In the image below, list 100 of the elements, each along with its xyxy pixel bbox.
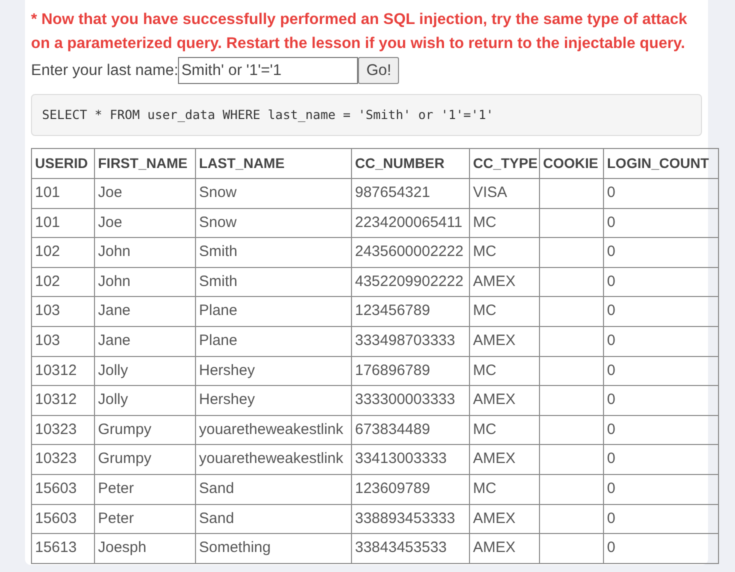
table-cell: Plane bbox=[196, 296, 352, 326]
table-cell: 33843453533 bbox=[352, 534, 470, 564]
table-cell bbox=[540, 415, 604, 445]
table-cell bbox=[540, 178, 604, 208]
table-cell: 103 bbox=[32, 326, 94, 356]
table-cell: 102 bbox=[32, 267, 94, 297]
table-cell: MC bbox=[470, 415, 540, 445]
table-cell bbox=[540, 296, 604, 326]
table-cell: John bbox=[94, 267, 196, 297]
table-cell: 15613 bbox=[32, 534, 94, 564]
table-cell: AMEX bbox=[470, 444, 540, 474]
table-cell: 123609789 bbox=[352, 474, 470, 504]
table-cell: 0 bbox=[604, 386, 718, 416]
table-cell: VISA bbox=[470, 178, 540, 208]
table-cell: Joesph bbox=[94, 534, 196, 564]
table-cell: 0 bbox=[604, 356, 718, 386]
table-cell: John bbox=[94, 238, 196, 268]
table-cell: Sand bbox=[196, 474, 352, 504]
table-cell: Sand bbox=[196, 504, 352, 534]
table-cell: 0 bbox=[604, 415, 718, 445]
table-cell: Plane bbox=[196, 326, 352, 356]
table-cell: 101 bbox=[32, 178, 94, 208]
table-cell: Jane bbox=[94, 326, 196, 356]
table-cell: Joe bbox=[94, 178, 196, 208]
table-cell: youaretheweakestlink bbox=[196, 444, 352, 474]
table-cell: 2435600002222 bbox=[352, 238, 470, 268]
table-cell: 0 bbox=[604, 296, 718, 326]
table-cell bbox=[540, 534, 604, 564]
table-cell: AMEX bbox=[470, 386, 540, 416]
table-cell: Smith bbox=[196, 238, 352, 268]
table-cell: 102 bbox=[32, 238, 94, 268]
table-cell: 0 bbox=[604, 208, 718, 238]
last-name-field[interactable]: Smith' or '1'='1 bbox=[178, 57, 358, 84]
table-cell: MC bbox=[470, 238, 540, 268]
table-cell bbox=[540, 504, 604, 534]
column-header: LAST_NAME bbox=[196, 148, 352, 178]
table-cell: 0 bbox=[604, 178, 718, 208]
column-header: CC_NUMBER bbox=[352, 148, 470, 178]
table-cell: Something bbox=[196, 534, 352, 564]
table-cell: AMEX bbox=[470, 534, 540, 564]
column-header: LOGIN_COUNT bbox=[604, 148, 718, 178]
table-cell: Grumpy bbox=[94, 444, 196, 474]
table-cell: 673834489 bbox=[352, 415, 470, 445]
table-cell: MC bbox=[470, 356, 540, 386]
table-cell: AMEX bbox=[470, 504, 540, 534]
table-cell bbox=[540, 444, 604, 474]
table-cell: Snow bbox=[196, 178, 352, 208]
table-cell bbox=[540, 474, 604, 504]
query-block: SELECT * FROM user_data WHERE last_name = 'Smith' or '1'='1' bbox=[31, 94, 702, 136]
table-cell: Smith bbox=[196, 267, 352, 297]
table-cell: Peter bbox=[94, 504, 196, 534]
table-cell: 123456789 bbox=[352, 296, 470, 326]
table-cell: MC bbox=[470, 296, 540, 326]
table-cell: AMEX bbox=[470, 326, 540, 356]
table-cell: 15603 bbox=[32, 474, 94, 504]
table-cell: Jane bbox=[94, 296, 196, 326]
table-cell: Grumpy bbox=[94, 415, 196, 445]
table-cell: youaretheweakestlink bbox=[196, 415, 352, 445]
table-cell: AMEX bbox=[470, 267, 540, 297]
table-cell: MC bbox=[470, 474, 540, 504]
column-header: FIRST_NAME bbox=[94, 148, 196, 178]
table-cell: 15603 bbox=[32, 504, 94, 534]
column-header: COOKIE bbox=[540, 148, 604, 178]
table-cell: Joe bbox=[94, 208, 196, 238]
table-cell: Hershey bbox=[196, 356, 352, 386]
table-cell: 10312 bbox=[32, 356, 94, 386]
table-cell: 0 bbox=[604, 326, 718, 356]
table-cell: Snow bbox=[196, 208, 352, 238]
table-cell: 0 bbox=[604, 474, 718, 504]
table-cell: 103 bbox=[32, 296, 94, 326]
table-cell: 2234200065411 bbox=[352, 208, 470, 238]
table-cell: 0 bbox=[604, 238, 718, 268]
table-cell: 10323 bbox=[32, 444, 94, 474]
table-cell: Jolly bbox=[94, 386, 196, 416]
table-cell: 10323 bbox=[32, 415, 94, 445]
table-cell bbox=[540, 238, 604, 268]
table-cell: 33413003333 bbox=[352, 444, 470, 474]
table-cell: 4352209902222 bbox=[352, 267, 470, 297]
table-cell: 333498703333 bbox=[352, 326, 470, 356]
table-cell: Jolly bbox=[94, 356, 196, 386]
table-cell: 338893453333 bbox=[352, 504, 470, 534]
table-cell: 0 bbox=[604, 504, 718, 534]
table-cell bbox=[540, 326, 604, 356]
table-cell bbox=[540, 267, 604, 297]
table-cell: 101 bbox=[32, 208, 94, 238]
table-cell: 176896789 bbox=[352, 356, 470, 386]
column-header: USERID bbox=[32, 148, 94, 178]
table-cell: 0 bbox=[604, 534, 718, 564]
last-name-label: Enter your last name: bbox=[31, 60, 178, 81]
notice-text: * Now that you have successfully performed an SQL injection, try the same type of attack on a parameterized query. Restart the lesson if you wish to return to the injectable query. bbox=[31, 10, 688, 54]
go-button[interactable]: Go! bbox=[358, 57, 400, 84]
table-cell bbox=[540, 386, 604, 416]
table-cell: MC bbox=[470, 208, 540, 238]
table-cell: Peter bbox=[94, 474, 196, 504]
table-cell: 0 bbox=[604, 267, 718, 297]
table-cell: Hershey bbox=[196, 386, 352, 416]
table-cell bbox=[540, 356, 604, 386]
table-cell bbox=[540, 208, 604, 238]
table-cell: 333300003333 bbox=[352, 386, 470, 416]
column-header: CC_TYPE bbox=[470, 148, 540, 178]
